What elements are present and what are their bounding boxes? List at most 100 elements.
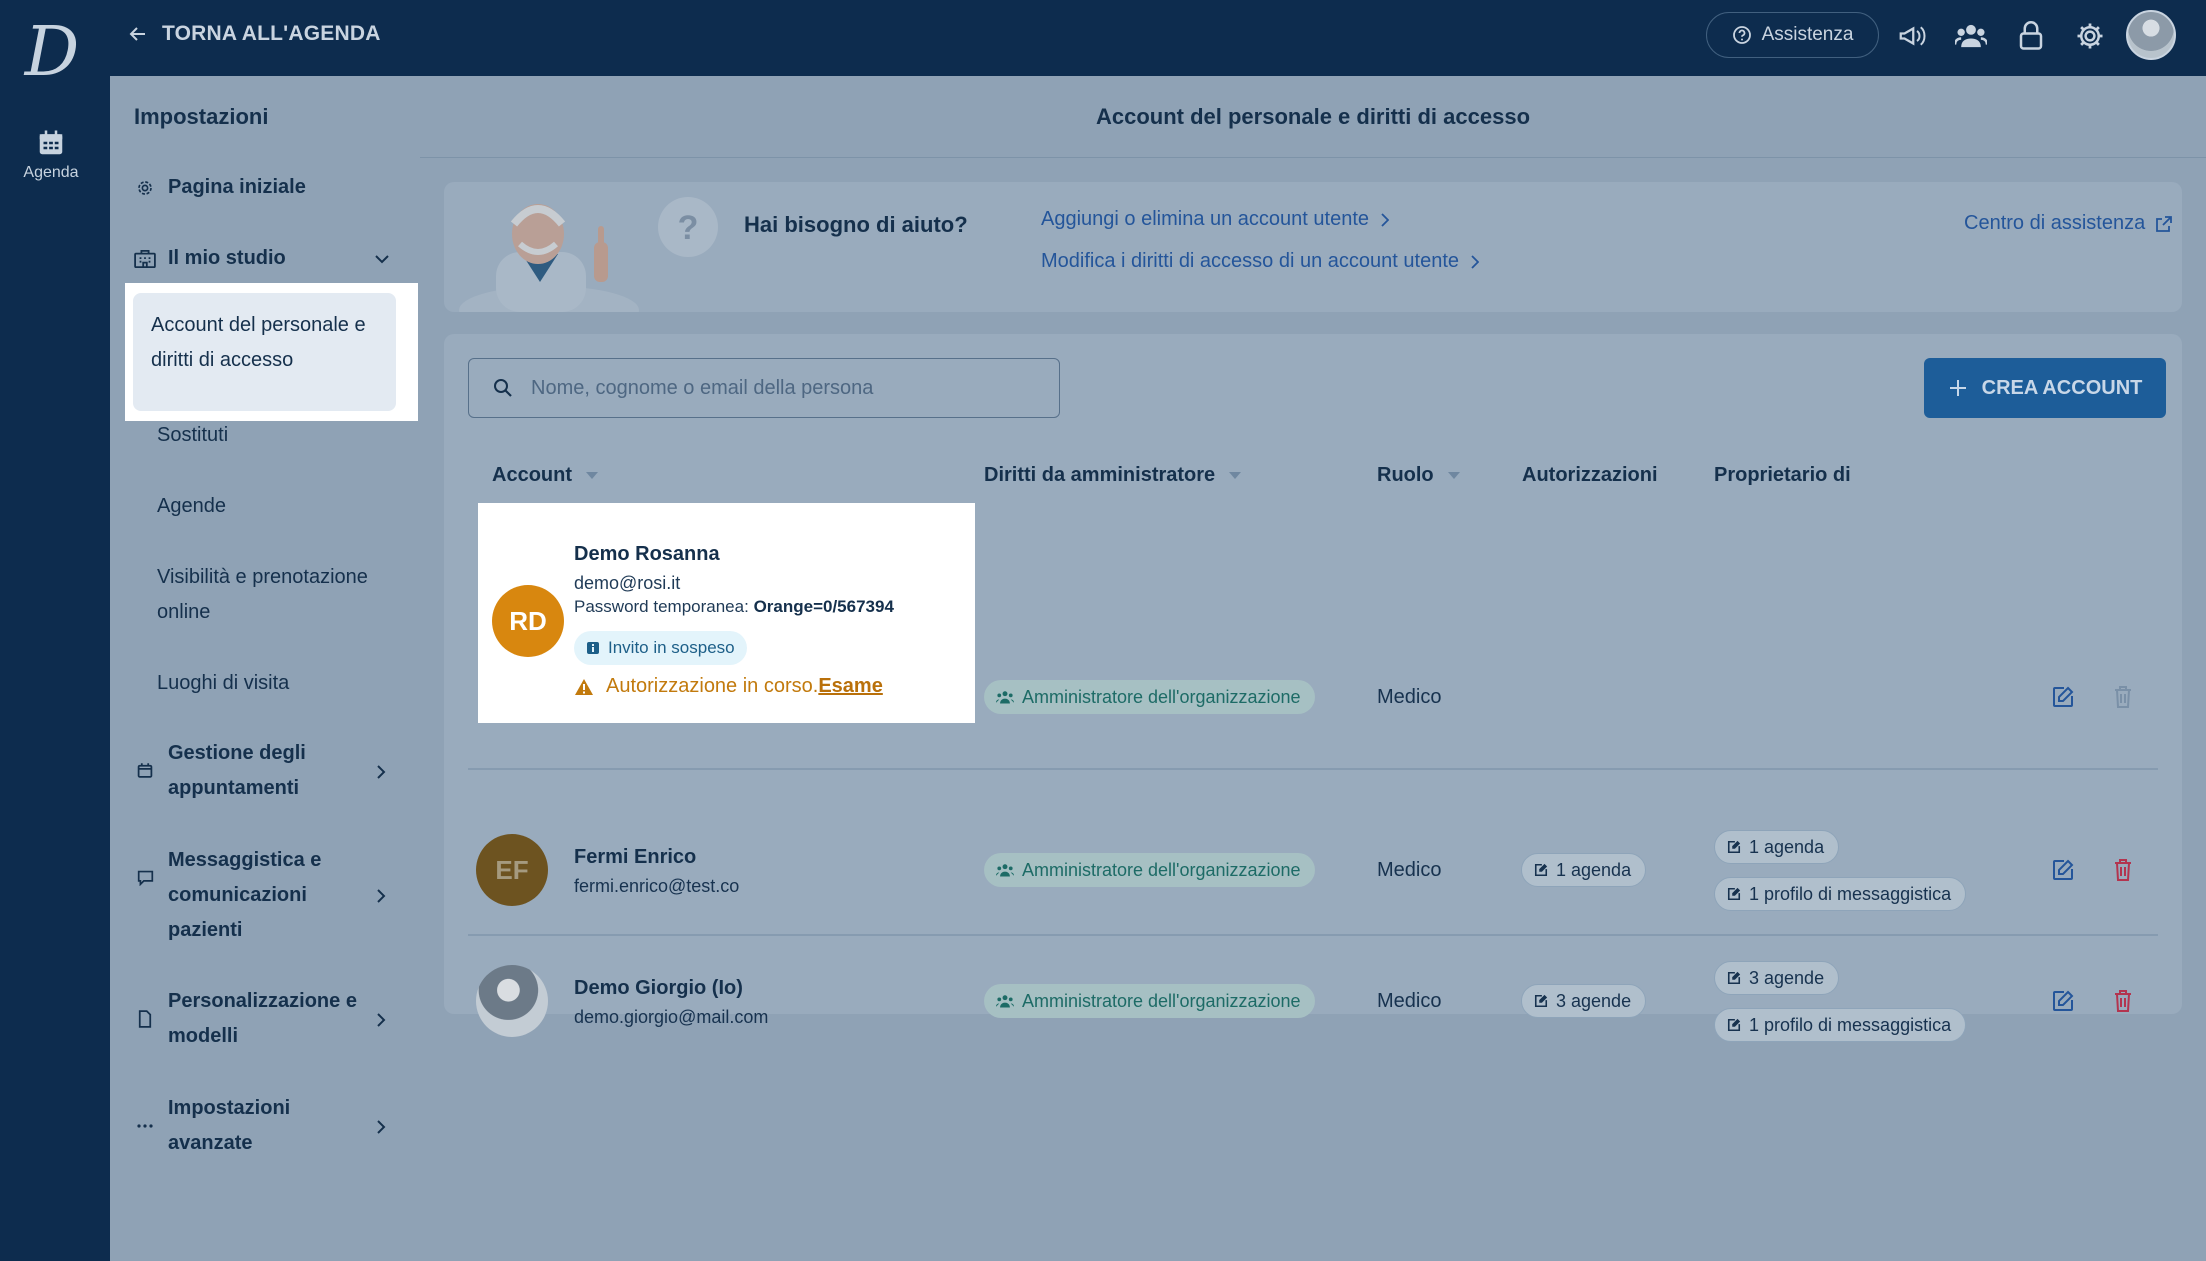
avatar: EF bbox=[476, 834, 548, 906]
delete-icon[interactable] bbox=[2108, 682, 2138, 712]
nav-visit-places[interactable]: Luoghi di visita bbox=[157, 666, 289, 701]
chevron-right-icon bbox=[377, 1120, 386, 1134]
col-admin-rights-label: Diritti da amministratore bbox=[984, 464, 1216, 486]
top-bar: TORNA ALL'AGENDA Assistenza bbox=[110, 0, 2206, 76]
nav-messaging-line2: comunicazioni bbox=[168, 884, 307, 906]
col-role[interactable]: Ruolo bbox=[1377, 464, 1460, 487]
nav-staff-accounts-line1: Account del personale e bbox=[151, 314, 366, 336]
account-name: Demo Giorgio (Io) bbox=[574, 977, 743, 999]
nav-appointments[interactable]: Gestione degli appuntamenti bbox=[134, 736, 390, 806]
page-title: Account del personale e diritti di acces… bbox=[1095, 104, 1531, 129]
role-value: Medico bbox=[1377, 686, 1442, 708]
nav-substitutes[interactable]: Sostituti bbox=[157, 418, 228, 453]
col-owner-label: Proprietario di bbox=[1714, 464, 1851, 486]
rail-item-agenda[interactable]: Agenda bbox=[0, 128, 102, 182]
nav-staff-accounts-line2: diritti di accesso bbox=[151, 349, 294, 371]
help-illustration: ? bbox=[459, 197, 718, 312]
help-circle-icon bbox=[1732, 26, 1751, 44]
plus-icon bbox=[1949, 380, 1966, 396]
create-account-button[interactable]: CREA ACCOUNT bbox=[1924, 358, 2166, 418]
nav-my-studio[interactable]: Il mio studio bbox=[134, 241, 390, 276]
col-account[interactable]: Account bbox=[492, 464, 598, 487]
page-header: Account del personale e diritti di acces… bbox=[420, 76, 2206, 158]
help-link-add-remove[interactable]: Aggiungi o elimina un account utente bbox=[1041, 208, 1390, 231]
chevron-right-icon bbox=[377, 1013, 386, 1027]
edit-icon[interactable] bbox=[2048, 682, 2078, 712]
authorization-warning: Autorizzazione in corso.Esame bbox=[574, 675, 883, 698]
search-icon bbox=[494, 379, 512, 397]
help-link-add-remove-label: Aggiungi o elimina un account utente bbox=[1041, 208, 1370, 230]
gear-icon[interactable] bbox=[2072, 18, 2108, 54]
admin-badge-label: Amministratore dell'organizzazione bbox=[1022, 686, 1301, 707]
avatar: RD bbox=[492, 585, 564, 657]
nav-advanced[interactable]: Impostazioni avanzate bbox=[134, 1091, 390, 1161]
nav-visibility-line1: Visibilità e prenotazione bbox=[157, 566, 368, 588]
search-field[interactable] bbox=[468, 358, 1060, 418]
authorization-pill[interactable]: 3 agende bbox=[1521, 984, 1647, 1018]
owner-pill[interactable]: 1 agenda bbox=[1714, 830, 1840, 864]
nav-messaging[interactable]: Messaggistica e comunicazioni pazienti bbox=[134, 843, 390, 948]
more-dots-icon bbox=[134, 1108, 156, 1143]
account-name: Demo Rosanna bbox=[574, 543, 720, 565]
arrow-left-icon bbox=[129, 27, 145, 41]
calendar-check-icon bbox=[134, 753, 156, 788]
admin-badge: Amministratore dell'organizzazione bbox=[984, 680, 1315, 714]
nav-visibility-booking[interactable]: Visibilità e prenotazione online bbox=[157, 560, 368, 630]
create-account-label: CREA ACCOUNT bbox=[1981, 376, 2143, 399]
col-account-label: Account bbox=[492, 464, 572, 486]
admin-badge: Amministratore dell'organizzazione bbox=[984, 984, 1315, 1018]
admin-badge-label: Amministratore dell'organizzazione bbox=[1022, 990, 1301, 1011]
chevron-right-icon bbox=[1471, 254, 1479, 269]
app-logo[interactable]: D bbox=[20, 18, 84, 88]
role-value: Medico bbox=[1377, 990, 1442, 1012]
nav-customization-line1: Personalizzazione e bbox=[168, 990, 357, 1012]
authorization-pill[interactable]: 1 agenda bbox=[1521, 853, 1647, 887]
delete-icon[interactable] bbox=[2108, 855, 2138, 885]
nav-customization[interactable]: Personalizzazione e modelli bbox=[134, 984, 390, 1054]
col-role-label: Ruolo bbox=[1377, 464, 1434, 486]
chat-icon bbox=[134, 860, 156, 895]
col-owner: Proprietario di bbox=[1714, 464, 1851, 487]
back-to-agenda-link[interactable]: TORNA ALL'AGENDA bbox=[128, 22, 381, 46]
chevron-right-icon bbox=[377, 889, 386, 903]
help-center-link[interactable]: Centro di assistenza bbox=[1964, 212, 2173, 235]
rail-item-label: Agenda bbox=[23, 164, 79, 181]
assistance-button[interactable]: Assistenza bbox=[1706, 12, 1879, 58]
nav-staff-accounts[interactable]: Account del personale e diritti di acces… bbox=[133, 293, 396, 411]
help-title: Hai bisogno di aiuto? bbox=[744, 212, 968, 237]
account-email: fermi.enrico@test.co bbox=[574, 876, 740, 896]
help-link-edit-rights-label: Modifica i diritti di accesso di un acco… bbox=[1041, 250, 1459, 272]
account-email: demo@rosi.it bbox=[574, 573, 681, 593]
help-link-edit-rights[interactable]: Modifica i diritti di accesso di un acco… bbox=[1041, 250, 1479, 273]
owner-pill-label: 1 profilo di messaggistica bbox=[1749, 1014, 1952, 1035]
col-authorizations-label: Autorizzazioni bbox=[1522, 464, 1658, 486]
edit-icon[interactable] bbox=[2048, 986, 2078, 1016]
nav-agendas[interactable]: Agende bbox=[157, 489, 226, 524]
info-icon bbox=[587, 642, 599, 654]
owner-pill[interactable]: 1 profilo di messaggistica bbox=[1714, 1008, 1967, 1042]
temp-password-value: Orange=0/567394 bbox=[753, 597, 894, 616]
review-link[interactable]: Esame bbox=[818, 675, 883, 697]
owner-pill[interactable]: 1 profilo di messaggistica bbox=[1714, 877, 1967, 911]
col-admin-rights[interactable]: Diritti da amministratore bbox=[984, 464, 1242, 487]
megaphone-icon[interactable] bbox=[1894, 18, 1930, 54]
svg-text:?: ? bbox=[678, 209, 699, 247]
nav-messaging-line3: pazienti bbox=[168, 919, 243, 941]
sort-icon bbox=[1229, 472, 1242, 479]
owner-pill[interactable]: 3 agende bbox=[1714, 961, 1840, 995]
nav-appointments-line1: Gestione degli bbox=[168, 742, 306, 764]
nav-home[interactable]: Pagina iniziale bbox=[134, 170, 306, 205]
edit-small-icon bbox=[1727, 1018, 1741, 1032]
delete-icon[interactable] bbox=[2108, 986, 2138, 1016]
lock-icon[interactable] bbox=[2013, 18, 2049, 54]
search-input[interactable] bbox=[531, 376, 1031, 400]
edit-icon[interactable] bbox=[2048, 855, 2078, 885]
owner-pill-label: 3 agende bbox=[1749, 967, 1825, 988]
invite-pending-badge: Invito in sospeso bbox=[574, 631, 747, 665]
users-icon[interactable] bbox=[1953, 18, 1989, 54]
edit-small-icon bbox=[1534, 994, 1548, 1008]
nav-visibility-line2: online bbox=[157, 601, 211, 623]
user-avatar[interactable] bbox=[2126, 10, 2176, 60]
col-authorizations: Autorizzazioni bbox=[1522, 464, 1658, 487]
highlighted-account-card[interactable]: RD Demo Rosanna demo@rosi.it Password te… bbox=[478, 503, 975, 723]
